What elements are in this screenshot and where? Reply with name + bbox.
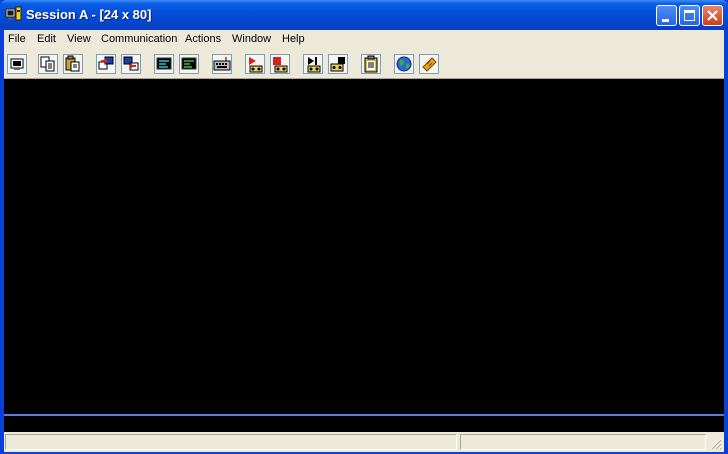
help-icon [422,57,437,72]
terminal-screen[interactable] [4,79,724,414]
receive-file-icon [123,56,139,71]
play-macro-icon [307,57,321,73]
status-bar [4,432,724,452]
copy-button[interactable] [38,54,58,74]
close-icon [707,10,718,21]
paste-button[interactable] [63,54,83,74]
display-options-button[interactable] [179,54,199,74]
globe-button[interactable] [394,54,414,74]
minimize-icon [662,19,669,22]
operator-information-area [4,416,724,432]
record-macro-icon [249,57,263,73]
minimize-button[interactable] [656,5,677,26]
keyboard-map-button[interactable] [212,54,232,74]
window-title: Session A - [24 x 80] [26,7,152,22]
status-pane-main [5,434,457,450]
menu-window[interactable]: Window [232,33,271,45]
menu-edit[interactable]: Edit [37,33,56,45]
menu-help[interactable]: Help [282,33,305,45]
receive-file-button[interactable] [121,54,141,74]
display-session-icon [156,57,172,70]
display-options-icon [181,57,197,70]
menu-file[interactable]: File [8,33,26,45]
status-pane-secondary [460,434,706,450]
terminal-session-icon [5,6,22,21]
clipboard-icon [364,55,378,73]
menu-view[interactable]: View [67,33,91,45]
stop-macro-button[interactable] [270,54,290,74]
print-screen-icon [10,58,24,70]
menu-communication[interactable]: Communication [101,33,177,45]
send-file-icon [98,56,114,70]
maximize-button[interactable] [679,5,700,26]
session-window: Session A - [24 x 80] File Edit View Com… [0,0,728,454]
paste-icon [65,55,80,72]
keyboard-map-icon [213,57,231,71]
play-macro-button[interactable] [303,54,323,74]
maximize-icon [684,10,695,21]
toolbar [4,50,724,79]
pause-macro-button[interactable] [328,54,348,74]
copy-icon [40,56,55,72]
record-macro-button[interactable] [245,54,265,74]
clipboard-button[interactable] [361,54,381,74]
help-button[interactable] [419,54,439,74]
globe-icon [396,56,412,72]
send-file-button[interactable] [96,54,116,74]
close-button[interactable] [702,5,723,26]
resize-grip-icon[interactable] [708,436,722,450]
pause-macro-icon [330,57,345,72]
display-session-button[interactable] [154,54,174,74]
menu-actions[interactable]: Actions [185,33,221,45]
print-screen-button[interactable] [7,54,27,74]
menu-bar: File Edit View Communication Actions Win… [4,30,724,50]
stop-macro-icon [273,57,288,73]
title-bar[interactable]: Session A - [24 x 80] [0,0,728,30]
